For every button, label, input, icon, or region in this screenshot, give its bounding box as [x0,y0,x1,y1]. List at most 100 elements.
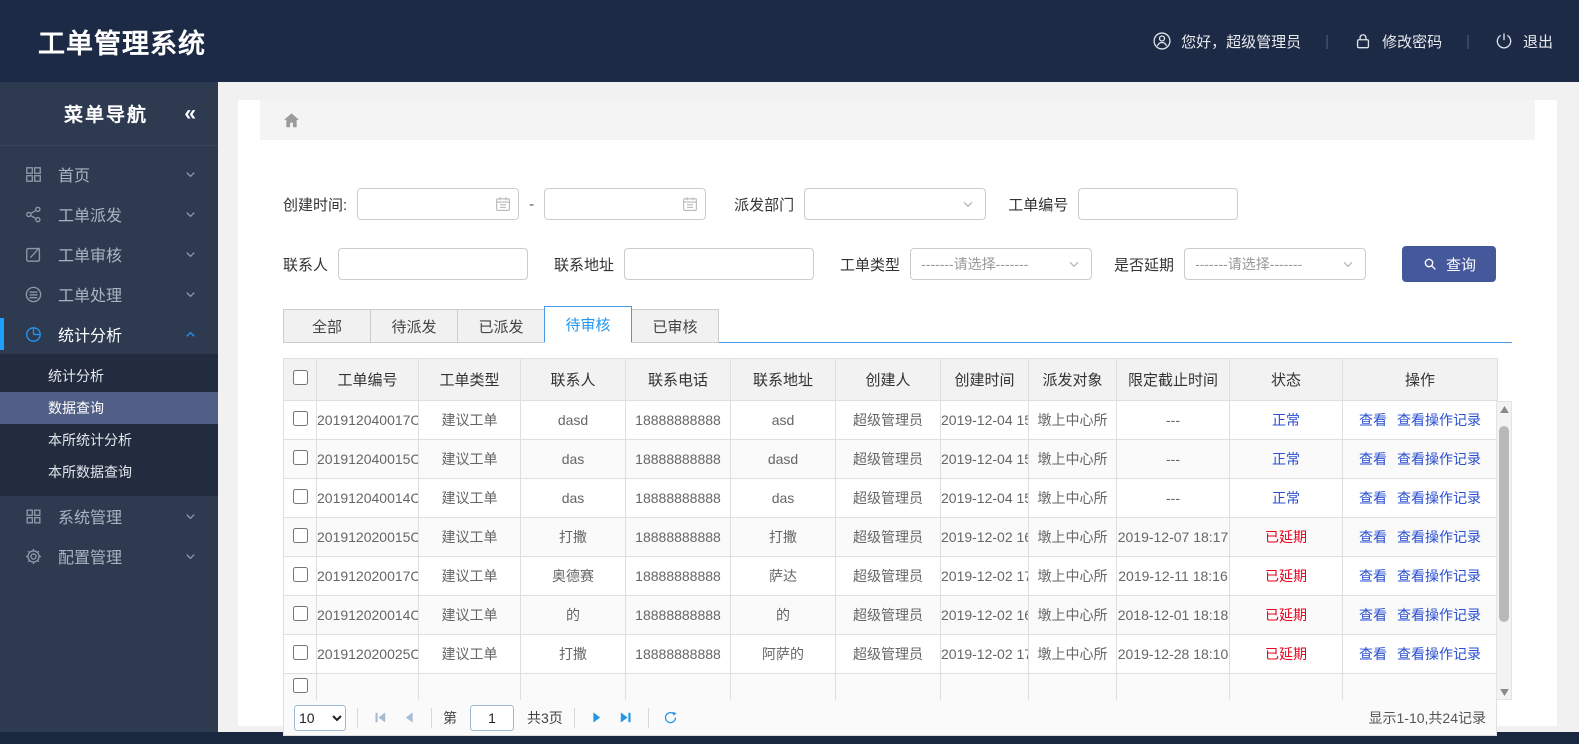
last-page-button[interactable] [615,707,637,729]
department-label: 派发部门 [734,196,795,214]
user-greeting[interactable]: 您好，超级管理员 [1152,31,1301,52]
cell-type: 建议工单 [418,556,521,596]
cell-deadline: 2019-12-07 18:17 [1116,517,1230,557]
row-checkbox[interactable] [292,450,308,465]
date-end-input[interactable] [544,188,707,220]
row-checkbox[interactable] [292,528,308,543]
search-button[interactable]: 查询 [1401,246,1496,282]
change-password-button[interactable]: 修改密码 [1353,31,1442,52]
submenu-item-label: 数据查询 [48,400,104,416]
view-log-link[interactable]: 查看操作记录 [1397,568,1481,584]
cell-contact: 奥德赛 [520,556,626,596]
pager-divider [573,707,575,728]
tab-reviewed[interactable]: 已审核 [631,309,719,343]
main-area: 创建时间: - 派发部门 工单编号 联系人 联系地址 工单类型 -------请… [218,82,1579,736]
cell-status: 正常 [1229,400,1343,440]
order-no-input[interactable] [1078,188,1239,220]
view-log-link[interactable]: 查看操作记录 [1397,529,1481,545]
table-body: 201912040017C 建议工单 dasd 18888888888 asd 超级管理员… [283,400,1498,700]
table-scrollbar[interactable] [1496,401,1512,700]
logout-button[interactable]: 退出 [1494,31,1553,52]
cell-status: 正常 [1229,439,1343,479]
sidebar-nav: 首页 工单派发 工单审核 工单处理 统计分析 统计分析 数据查询 本所统计分析 … [0,146,218,576]
tab-dispatched[interactable]: 已派发 [457,309,545,343]
submenu-item-local-statistics[interactable]: 本所统计分析 [0,424,218,456]
tab-all[interactable]: 全部 [283,309,371,343]
cell-clipped [1116,673,1230,700]
view-log-link[interactable]: 查看操作记录 [1397,607,1481,623]
cell-target: 墩上中心所 [1028,595,1117,635]
view-link[interactable]: 查看 [1359,607,1387,623]
cell-status: 已延期 [1229,517,1343,557]
sidebar-item-system[interactable]: 系统管理 [0,496,218,536]
sidebar-item-dispatch[interactable]: 工单派发 [0,194,218,234]
cell-address: das [730,478,836,518]
row-checkbox[interactable] [292,645,308,660]
address-input[interactable] [624,248,815,280]
view-log-link[interactable]: 查看操作记录 [1397,646,1481,662]
submenu-item-data-query[interactable]: 数据查询 [0,392,218,424]
page-number-input[interactable] [470,704,514,731]
sidebar-item-config[interactable]: 配置管理 [0,536,218,576]
row-checkbox[interactable] [292,489,308,504]
chevron-down-icon [186,291,195,297]
sidebar-item-review[interactable]: 工单审核 [0,234,218,274]
row-checkbox[interactable] [292,678,308,693]
view-link[interactable]: 查看 [1359,646,1387,662]
next-page-button[interactable] [586,707,608,729]
view-log-link[interactable]: 查看操作记录 [1397,490,1481,506]
view-log-link[interactable]: 查看操作记录 [1397,412,1481,428]
row-checkbox[interactable] [292,567,308,582]
contact-input[interactable] [338,248,529,280]
refresh-button[interactable] [660,707,682,729]
row-checkbox[interactable] [292,411,308,426]
home-icon[interactable] [282,111,301,130]
view-link[interactable]: 查看 [1359,568,1387,584]
sidebar-item-statistics[interactable]: 统计分析 [0,314,218,354]
scroll-down-icon[interactable] [1497,685,1511,699]
cell-actions: 查看 查看操作记录 [1342,634,1498,674]
prev-page-button[interactable] [398,707,420,729]
table-row: 201912040017C 建议工单 dasd 18888888888 asd 超级管理员… [283,400,1498,440]
cell-actions: 查看 查看操作记录 [1342,439,1498,479]
cell-target: 墩上中心所 [1028,556,1117,596]
date-start-input[interactable] [357,188,520,220]
header-divider: | [1325,32,1330,50]
submenu-item-local-data-query[interactable]: 本所数据查询 [0,456,218,488]
cell-clipped [316,673,419,700]
order-type-select[interactable]: -------请选择------- [910,248,1093,280]
sidebar-item-process[interactable]: 工单处理 [0,274,218,314]
scrollbar-thumb[interactable] [1499,426,1509,622]
view-link[interactable]: 查看 [1359,490,1387,506]
sidebar-item-label: 统计分析 [58,328,123,345]
view-link[interactable]: 查看 [1359,529,1387,545]
cell-deadline: --- [1116,478,1230,518]
cell-clipped [1229,673,1343,700]
row-checkbox[interactable] [292,606,308,621]
scroll-up-icon[interactable] [1497,402,1511,416]
date-range-separator: - [529,195,535,213]
chevron-down-icon [186,553,195,559]
cell-contact: das [520,478,626,518]
column-header: 限定截止时间 [1116,358,1230,401]
cell-type: 建议工单 [418,595,521,635]
chevron-down-icon [186,513,195,519]
cell-status: 已延期 [1229,634,1343,674]
select-all-checkbox[interactable] [292,370,308,385]
cell-type: 建议工单 [418,439,521,479]
view-link[interactable]: 查看 [1359,412,1387,428]
view-log-link[interactable]: 查看操作记录 [1397,451,1481,467]
submenu-item-statistics[interactable]: 统计分析 [0,360,218,392]
chevron-up-icon [186,331,195,337]
sidebar-item-home[interactable]: 首页 [0,154,218,194]
breadcrumb [260,100,1535,140]
view-link[interactable]: 查看 [1359,451,1387,467]
tab-pending-dispatch[interactable]: 待派发 [370,309,458,343]
tab-pending-review[interactable]: 待审核 [544,306,632,343]
first-page-button[interactable] [369,707,391,729]
page-size-select[interactable]: 10 [294,704,346,731]
department-select[interactable] [804,188,987,220]
collapse-sidebar-icon[interactable]: « [184,103,196,124]
sidebar-item-label: 系统管理 [58,510,123,527]
delay-select[interactable]: -------请选择------- [1184,248,1367,280]
